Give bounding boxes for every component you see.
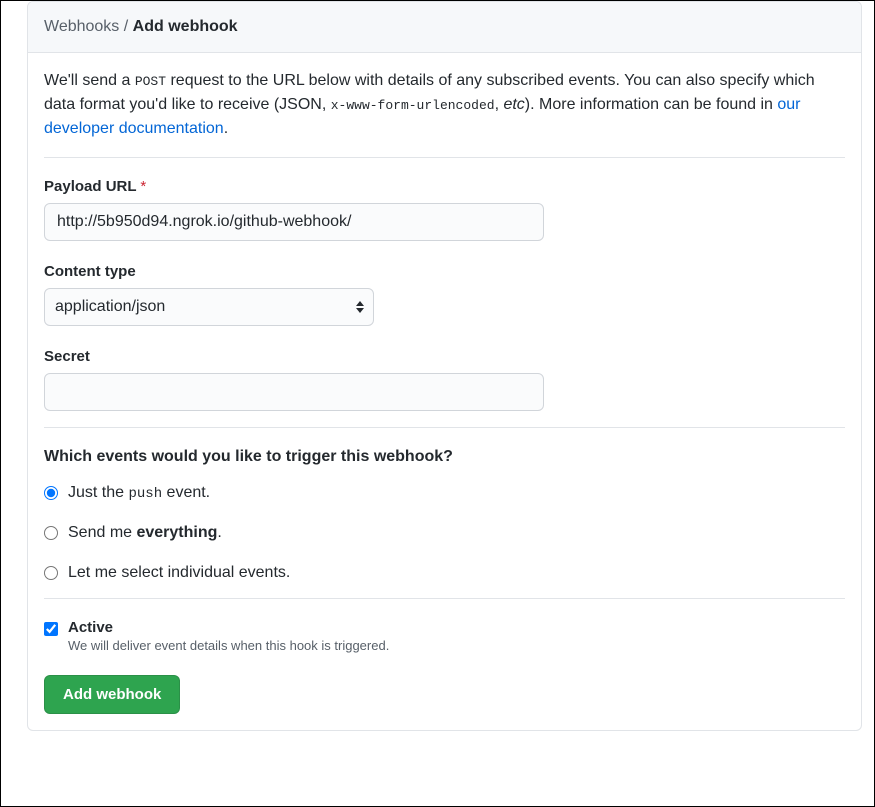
radio-just-push[interactable] <box>44 486 58 500</box>
required-asterisk: * <box>140 178 146 195</box>
secret-label: Secret <box>44 348 845 365</box>
radio-everything[interactable] <box>44 526 58 540</box>
secret-input[interactable] <box>44 373 544 411</box>
payload-url-label-text: Payload URL <box>44 178 136 195</box>
active-label: Active <box>68 619 389 636</box>
radio-everything-pre: Send me <box>68 524 136 541</box>
breadcrumb: Webhooks / Add webhook <box>44 18 845 36</box>
intro-etc: etc <box>503 96 524 113</box>
intro-period: . <box>224 120 228 137</box>
radio-option-everything[interactable]: Send me everything. <box>44 524 845 542</box>
intro-encoded: x-www-form-urlencoded <box>331 98 495 113</box>
active-checkbox[interactable] <box>44 622 58 636</box>
radio-just-push-mono: push <box>128 486 162 502</box>
panel-header: Webhooks / Add webhook <box>28 2 861 53</box>
radio-just-push-post: event. <box>162 484 210 501</box>
radio-individual-text: Let me select individual events. <box>68 564 290 582</box>
active-note: We will deliver event details when this … <box>68 638 389 653</box>
intro-prefix: We'll send a <box>44 72 135 89</box>
radio-option-individual[interactable]: Let me select individual events. <box>44 564 845 582</box>
breadcrumb-current: Add webhook <box>133 18 238 35</box>
radio-just-push-pre: Just the <box>68 484 128 501</box>
breadcrumb-parent[interactable]: Webhooks <box>44 18 119 35</box>
radio-individual[interactable] <box>44 566 58 580</box>
radio-option-just-push[interactable]: Just the push event. <box>44 484 845 502</box>
events-title: Which events would you like to trigger t… <box>44 448 845 466</box>
payload-url-input[interactable] <box>44 203 544 241</box>
payload-url-label: Payload URL * <box>44 178 845 195</box>
webhook-panel: Webhooks / Add webhook We'll send a POST… <box>27 1 862 731</box>
radio-everything-post: . <box>217 524 221 541</box>
radio-everything-bold: everything <box>136 524 217 541</box>
intro-method: POST <box>135 74 166 89</box>
active-checkbox-row[interactable]: Active We will deliver event details whe… <box>44 619 845 653</box>
content-type-select[interactable]: application/json <box>44 288 374 326</box>
intro-text: We'll send a POST request to the URL bel… <box>44 69 845 158</box>
intro-mid3: ). More information can be found in <box>525 96 778 113</box>
add-webhook-button[interactable]: Add webhook <box>44 675 180 714</box>
breadcrumb-separator: / <box>124 18 128 35</box>
content-type-label: Content type <box>44 263 845 280</box>
